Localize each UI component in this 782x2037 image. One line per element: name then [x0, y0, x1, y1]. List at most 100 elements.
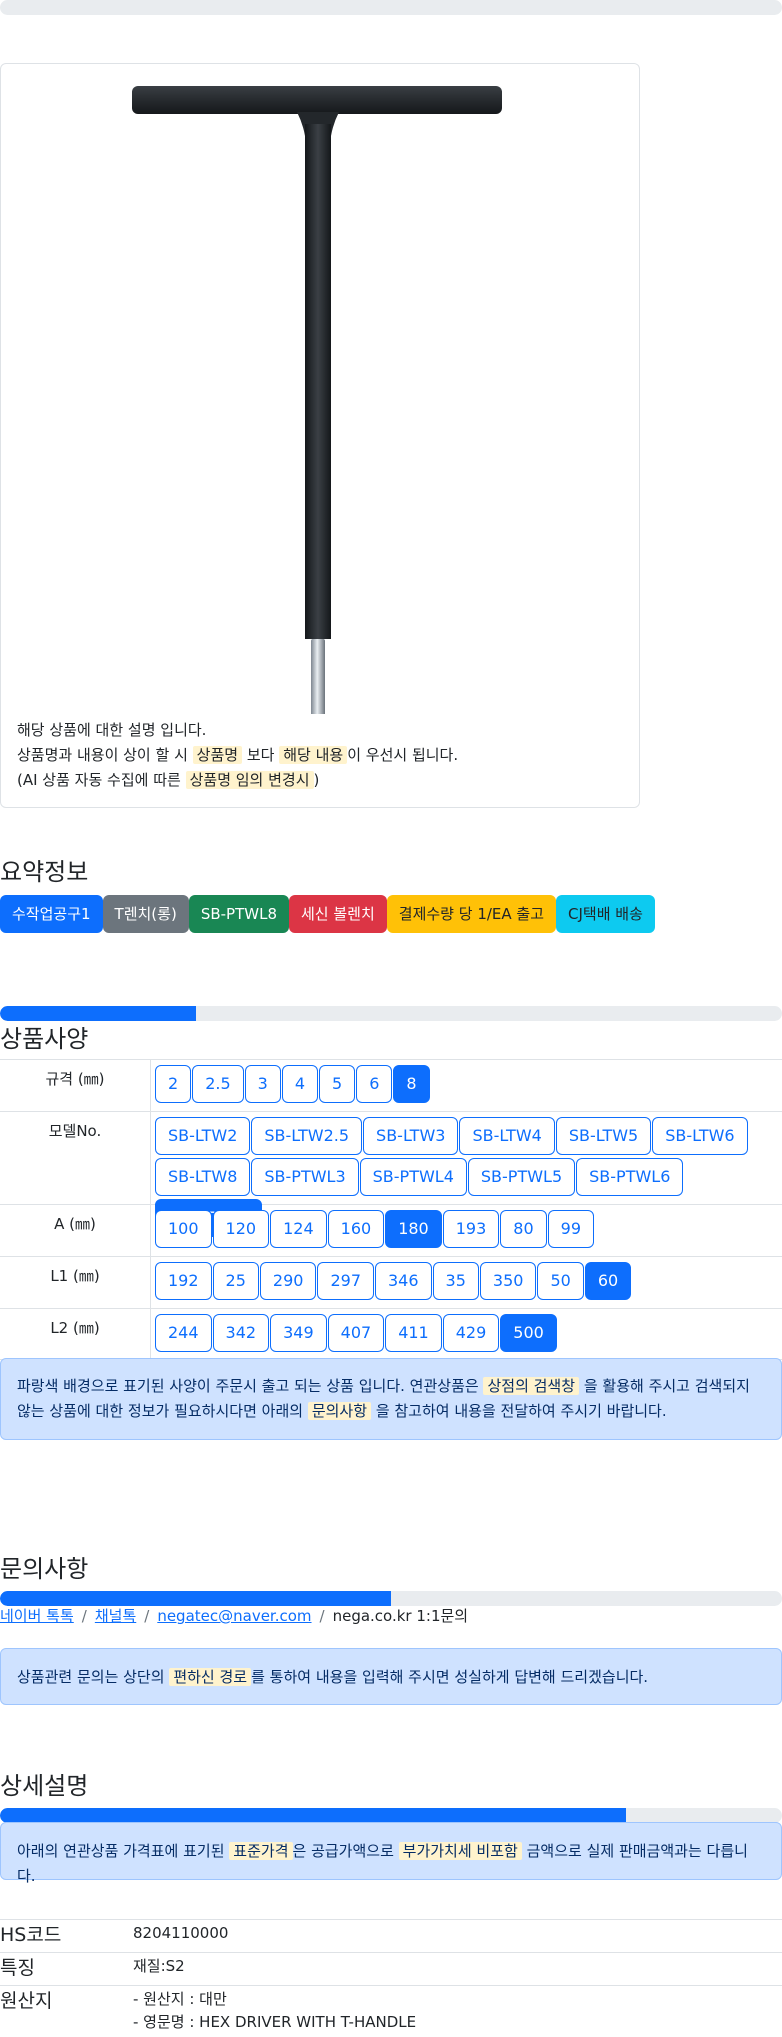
inquiry-notice: 상품관련 문의는 상단의 편하신 경로 를 통하여 내용을 입력해 주시면 성실하… — [0, 1648, 782, 1705]
badge-brand: 세신 볼렌치 — [289, 895, 387, 933]
spec-option-button[interactable]: 5 — [319, 1065, 356, 1103]
spec-option-button[interactable]: SB-PTWL5 — [467, 1158, 576, 1196]
spec-label: 모델No. — [0, 1112, 151, 1204]
spec-label: L2 (㎜) — [0, 1309, 151, 1359]
spec-option-button[interactable]: 124 — [270, 1210, 327, 1248]
spec-option-button[interactable]: 80 — [500, 1210, 547, 1248]
spec-option-button[interactable]: 2.5 — [192, 1065, 244, 1103]
badge-type: T렌치(롱) — [102, 895, 189, 933]
spec-option-button[interactable]: 192 — [155, 1262, 212, 1300]
spec-row: 규격 (㎜) 2 2.5 3 4 5 6 8 — [0, 1059, 782, 1111]
highlight-vat: 부가가치세 비포함 — [398, 1842, 522, 1860]
spec-row: L1 (㎜) 192 25 290 297 346 35 350 50 60 — [0, 1256, 782, 1308]
spec-option-button[interactable]: SB-LTW5 — [555, 1117, 652, 1155]
separator: / — [319, 1607, 325, 1625]
badge-quantity: 결제수량 당 1/EA 출고 — [386, 895, 557, 933]
spec-option-button[interactable]: 25 — [212, 1262, 259, 1300]
spec-option-button[interactable]: 180 — [385, 1210, 442, 1248]
detail-row-feature: 특징 재질:S2 — [0, 1952, 782, 1985]
detail-value: 재질:S2 — [133, 1957, 185, 1975]
spec-table: 규격 (㎜) 2 2.5 3 4 5 6 8 모델No. SB-LTW2 SB-LTW2.5 SB-L… — [0, 1059, 782, 1360]
spec-option-button[interactable]: 2 — [155, 1065, 192, 1103]
detail-progress-bar — [0, 1808, 782, 1823]
spec-option-button[interactable]: SB-PTWL3 — [251, 1158, 359, 1196]
spec-option-button[interactable]: 35 — [432, 1262, 479, 1300]
spec-label: 규격 (㎜) — [0, 1060, 151, 1111]
detail-progress-fill — [0, 1808, 626, 1823]
spec-option-button[interactable]: 120 — [212, 1210, 270, 1248]
spec-option-button[interactable]: 297 — [317, 1262, 374, 1300]
badge-category: 수작업공구1 — [0, 895, 103, 933]
spec-option-button[interactable]: SB-LTW6 — [652, 1117, 748, 1155]
spec-option-button[interactable]: 100 — [155, 1210, 212, 1248]
spec-option-button[interactable]: 411 — [385, 1314, 442, 1352]
inquiry-title: 문의사항 — [0, 1555, 89, 1583]
highlight-route: 편하신 경로 — [169, 1668, 252, 1686]
spec-label: A (㎜) — [0, 1205, 151, 1256]
spec-option-button[interactable]: 50 — [537, 1262, 584, 1300]
spec-option-button[interactable]: 193 — [442, 1210, 500, 1248]
specs-title: 상품사양 — [0, 1025, 89, 1053]
detail-title: 상세설명 — [0, 1772, 89, 1800]
badge-shipping: CJ택배 배송 — [556, 895, 655, 933]
product-notes: 해당 상품에 대한 설명 입니다. 상품명과 내용이 상이 할 시 상품명 보다… — [17, 718, 458, 793]
badge-model: SB-PTWL8 — [188, 895, 289, 933]
separator: / — [81, 1607, 87, 1625]
spec-options: 100 120 124 160 180 193 80 99 — [151, 1205, 782, 1256]
spec-option-button[interactable]: SB-PTWL6 — [576, 1158, 684, 1196]
spec-option-button[interactable]: 350 — [479, 1262, 537, 1300]
product-image-card: 해당 상품에 대한 설명 입니다. 상품명과 내용이 상이 할 시 상품명 보다… — [0, 63, 640, 808]
price-notice: 아래의 연관상품 가격표에 표기된 표준가격 은 공급가액으로 부가가치세 비포함… — [0, 1822, 782, 1885]
spec-option-button[interactable]: 60 — [584, 1262, 632, 1300]
highlight-inquiry: 문의사항 — [307, 1402, 372, 1420]
naver-talk-link[interactable]: 네이버 톡톡 — [0, 1607, 74, 1625]
detail-table: HS코드 8204110000 특징 재질:S2 원산지 - 원산지 : 대만 … — [0, 1919, 782, 2037]
spec-option-button[interactable]: 429 — [442, 1314, 500, 1352]
highlight-product-name: 상품명 — [192, 746, 243, 764]
spec-option-button[interactable]: 290 — [259, 1262, 317, 1300]
highlight-standard-price: 표준가격 — [229, 1842, 293, 1860]
spec-row: 모델No. SB-LTW2 SB-LTW2.5 SB-LTW3 SB-LTW4 SB-LT… — [0, 1111, 782, 1237]
spec-option-button[interactable]: 160 — [327, 1210, 385, 1248]
spec-option-button[interactable]: SB-LTW8 — [155, 1158, 251, 1196]
inquiry-progress-fill — [0, 1591, 391, 1606]
spec-option-button[interactable]: SB-LTW2.5 — [251, 1117, 363, 1155]
spec-option-button[interactable]: SB-LTW2 — [155, 1117, 251, 1155]
detail-value: 8204110000 — [133, 1924, 229, 1942]
highlight-name-change: 상품명 임의 변경시 — [185, 771, 314, 789]
detail-label: 특징 — [0, 1957, 35, 1979]
detail-value: - 원산지 : 대만 - 영문명 : HEX DRIVER WITH T-HAN… — [133, 1990, 417, 2031]
summary-title: 요약정보 — [0, 858, 89, 886]
website-inquiry: nega.co.kr 1:1문의 — [332, 1607, 469, 1625]
spec-option-button[interactable]: SB-PTWL4 — [359, 1158, 467, 1196]
top-progress-bar — [0, 0, 782, 15]
detail-row-origin: 원산지 - 원산지 : 대만 - 영문명 : HEX DRIVER WITH T… — [0, 1985, 782, 2037]
spec-option-button[interactable]: 346 — [375, 1262, 432, 1300]
spec-options: 244 342 349 407 411 429 500 — [151, 1309, 782, 1359]
email-link[interactable]: negatec@naver.com — [157, 1607, 311, 1625]
summary-badges: 수작업공구1 T렌치(롱) SB-PTWL8 세신 볼렌치 결제수량 당 1/E… — [0, 895, 655, 933]
spec-option-button[interactable]: 407 — [327, 1314, 385, 1352]
spec-option-button[interactable]: 349 — [270, 1314, 327, 1352]
spec-option-button[interactable]: 342 — [212, 1314, 270, 1352]
spec-row: A (㎜) 100 120 124 160 180 193 80 99 — [0, 1204, 782, 1256]
note-line-2: 상품명과 내용이 상이 할 시 상품명 보다 해당 내용 이 우선시 됩니다. — [17, 746, 459, 764]
spec-option-button[interactable]: 3 — [244, 1065, 281, 1103]
t-handle-wrench-image — [132, 86, 502, 714]
highlight-content: 해당 내용 — [279, 746, 348, 764]
spec-option-button[interactable]: 6 — [356, 1065, 393, 1103]
channel-talk-link[interactable]: 채널톡 — [95, 1607, 136, 1625]
spec-option-button[interactable]: 500 — [500, 1314, 557, 1352]
spec-label: L1 (㎜) — [0, 1257, 151, 1308]
spec-options: SB-LTW2 SB-LTW2.5 SB-LTW3 SB-LTW4 SB-LTW5 SB-… — [151, 1112, 782, 1237]
note-line-3: (AI 상품 자동 수집에 따른 상품명 임의 변경시) — [17, 771, 320, 789]
spec-option-button[interactable]: SB-LTW4 — [459, 1117, 555, 1155]
separator: / — [144, 1607, 150, 1625]
spec-option-button[interactable]: 4 — [281, 1065, 319, 1103]
note-line-1: 해당 상품에 대한 설명 입니다. — [17, 721, 207, 739]
detail-row-hs: HS코드 8204110000 — [0, 1919, 782, 1952]
spec-option-button[interactable]: 99 — [547, 1210, 594, 1248]
spec-option-button[interactable]: 8 — [393, 1065, 430, 1103]
spec-option-button[interactable]: SB-LTW3 — [363, 1117, 459, 1155]
spec-option-button[interactable]: 244 — [155, 1314, 212, 1352]
